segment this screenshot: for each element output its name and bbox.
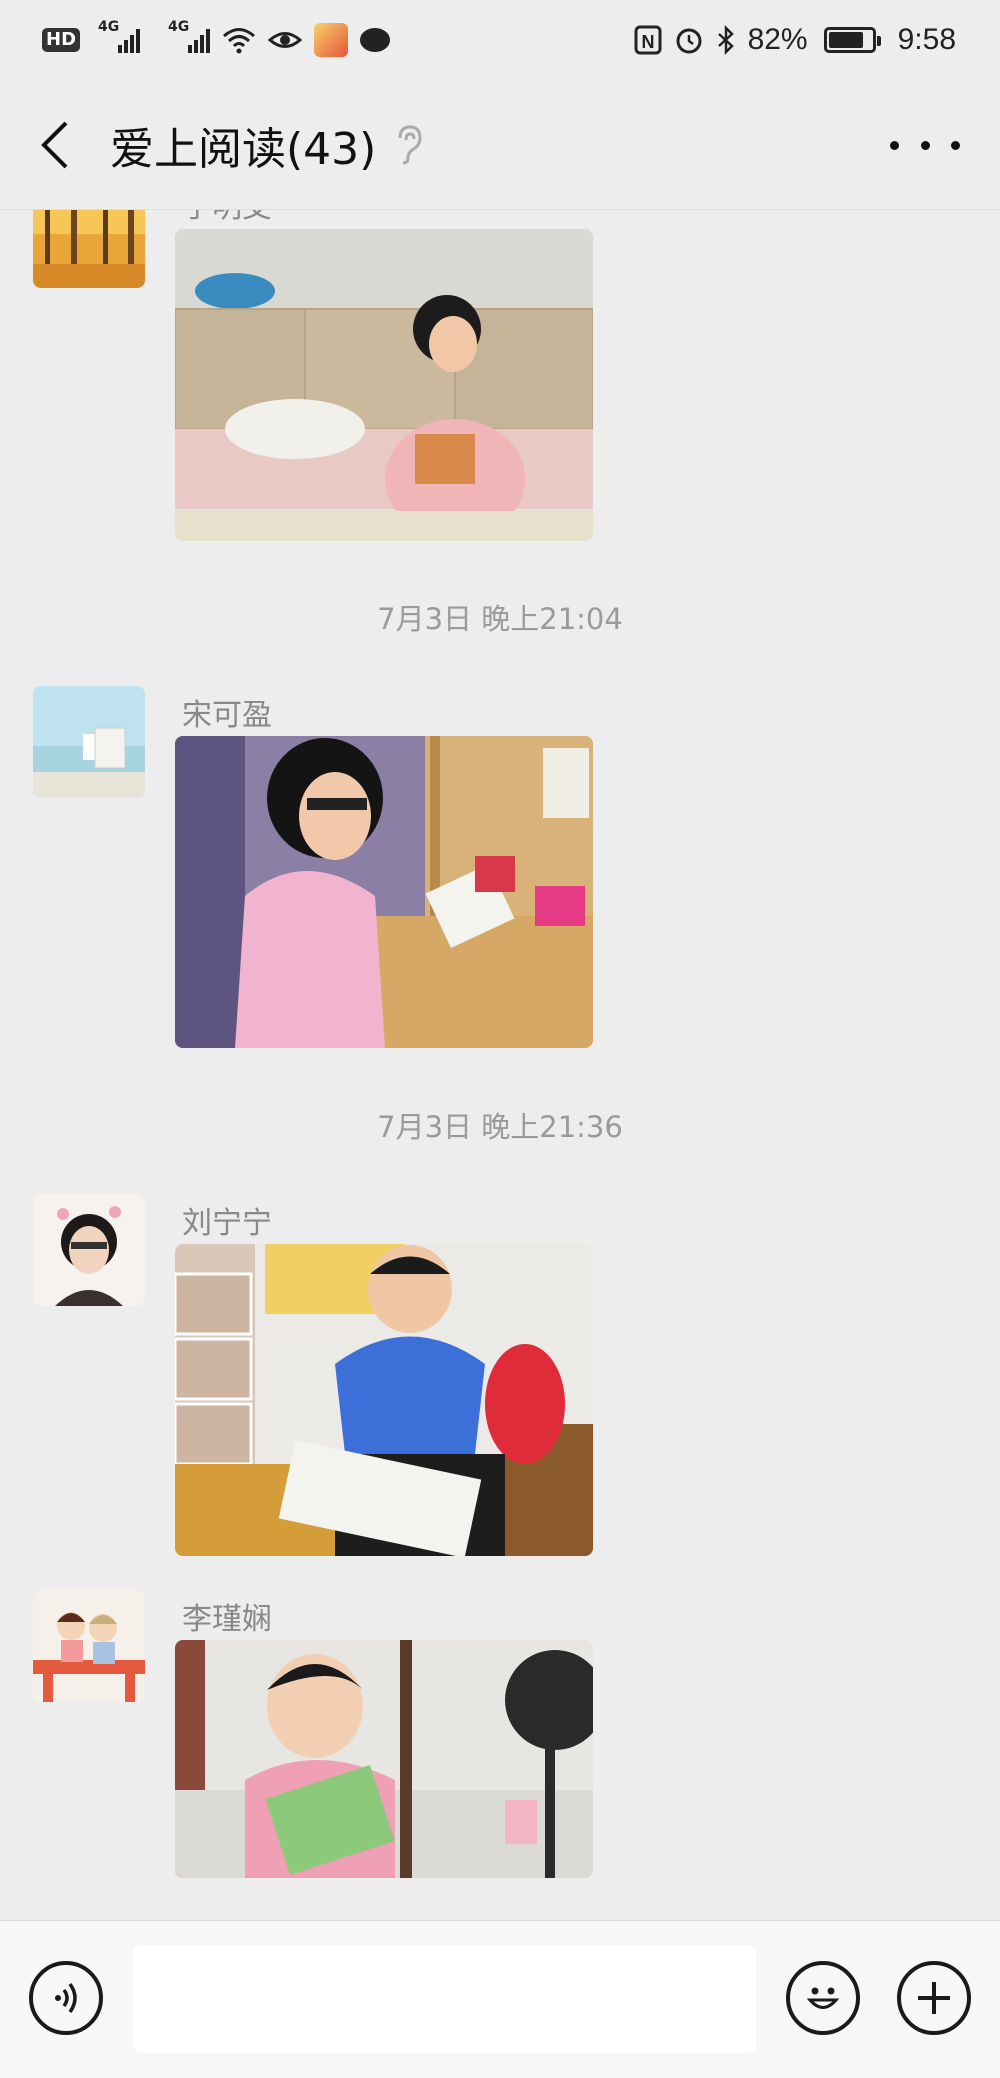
svg-text:N: N [641, 32, 654, 52]
ear-icon [394, 124, 424, 166]
avatar[interactable] [33, 686, 145, 798]
message-input[interactable] [133, 1945, 756, 2053]
nfc-icon: N [634, 25, 662, 55]
signal-icon: 4G [98, 19, 141, 53]
clock: 9:58 [897, 23, 956, 56]
message-photo[interactable] [175, 229, 593, 541]
sender-name: 宋可盈 [182, 698, 272, 733]
status-bar: HD 4G 4G N 82% 9:58 [0, 0, 1000, 80]
plus-icon [918, 1982, 950, 2014]
timestamp: 7月3日 晚上21:04 [377, 602, 623, 636]
more-button[interactable] [890, 125, 960, 165]
voice-icon [55, 1982, 77, 2014]
eye-icon [268, 32, 303, 48]
back-button[interactable] [0, 80, 110, 210]
chat-header: 爱上阅读(43) [0, 80, 1000, 210]
sender-name: 刘宁宁 [182, 1206, 272, 1241]
emoji-icon [806, 1987, 840, 2009]
more-icon [890, 140, 899, 150]
message-list[interactable]: 于明艾 7月3日 晚上21:04 宋可盈 [0, 210, 1000, 1920]
back-arrow-icon [41, 121, 68, 168]
battery-percent: 82% [747, 23, 808, 56]
avatar[interactable] [33, 210, 145, 288]
battery-icon [823, 27, 881, 53]
plus-button[interactable] [897, 1961, 971, 2035]
alarm-icon [676, 28, 702, 54]
avatar[interactable] [33, 1590, 145, 1702]
app-notification-icon [314, 23, 349, 57]
message-photo[interactable] [175, 736, 593, 1048]
voice-button[interactable] [29, 1961, 103, 2035]
message-photo[interactable] [175, 1640, 593, 1878]
signal-icon: 4G [168, 19, 211, 53]
timestamp: 7月3日 晚上21:36 [377, 1110, 623, 1144]
input-bar [0, 1920, 1000, 2078]
emoji-button[interactable] [786, 1961, 860, 2035]
sender-name: 于明艾 [182, 210, 272, 226]
sender-name: 李瑾娴 [182, 1602, 272, 1637]
wifi-icon [223, 28, 255, 54]
avatar[interactable] [33, 1194, 145, 1306]
message-photo[interactable] [175, 1244, 593, 1556]
hd-badge: HD [42, 28, 81, 52]
bluetooth-icon [717, 25, 734, 55]
message-icon [360, 28, 391, 52]
chat-title: 爱上阅读(43) [110, 123, 377, 175]
